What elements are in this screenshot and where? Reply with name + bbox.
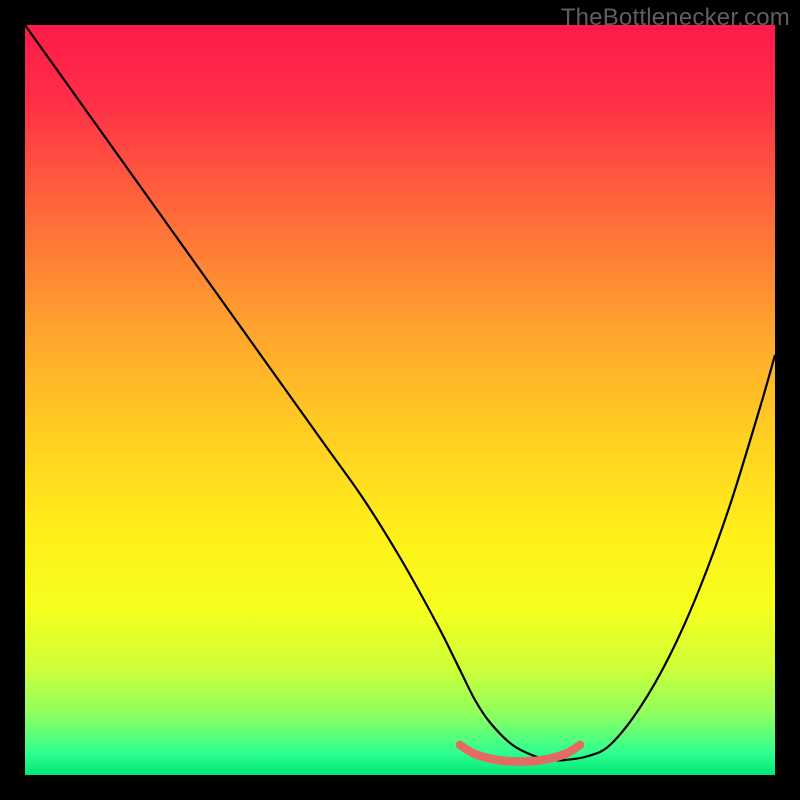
chart-frame: TheBottlenecker.com <box>0 0 800 800</box>
gradient-background <box>25 25 775 775</box>
plot-area <box>25 25 775 775</box>
watermark-text: TheBottlenecker.com <box>561 4 790 32</box>
chart-svg <box>25 25 775 775</box>
